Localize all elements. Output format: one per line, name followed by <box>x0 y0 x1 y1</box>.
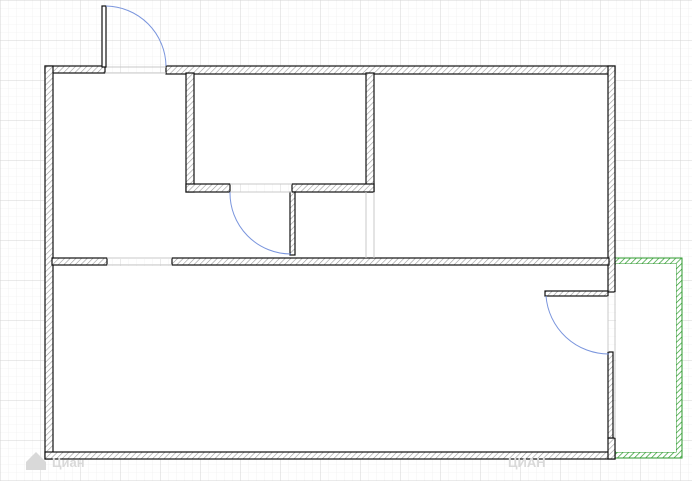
balcony-door-jamb-top <box>544 290 609 297</box>
room-bathroom <box>194 74 366 184</box>
room-hall <box>52 73 186 259</box>
corridor-wall-stub <box>289 191 296 256</box>
floor-plan: Циан ЦИАН <box>0 0 692 481</box>
room-living-room <box>53 266 608 452</box>
entrance-door-leaf <box>101 5 107 68</box>
middle-wall-left <box>51 257 108 266</box>
bathroom-wall-left <box>185 72 195 193</box>
room-corridor <box>186 192 374 258</box>
balcony <box>613 257 683 459</box>
bathroom-wall-right <box>365 72 375 193</box>
balcony-floor <box>616 264 676 452</box>
room-kitchen <box>374 74 608 258</box>
bathroom-wall-bottom-left <box>185 183 231 193</box>
balcony-door-jamb-side <box>607 351 614 439</box>
outer-wall-right-lower <box>607 437 616 460</box>
watermark-right-text: ЦИАН <box>508 455 546 470</box>
bathroom-wall-bottom-right <box>291 183 375 193</box>
outer-wall-top-right <box>165 65 616 75</box>
middle-wall-right <box>171 257 610 266</box>
watermark-left: Циан <box>26 452 85 470</box>
outer-wall-top-left <box>44 65 106 74</box>
watermark-left-text: Циан <box>52 455 85 470</box>
